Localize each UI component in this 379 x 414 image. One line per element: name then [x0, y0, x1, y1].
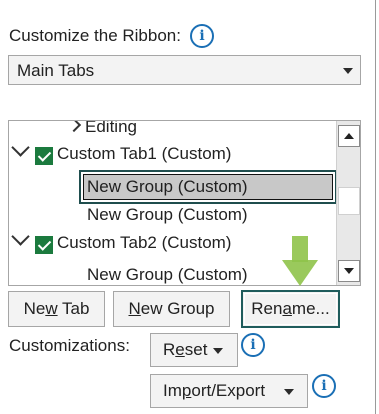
reset-button[interactable]: Reset: [150, 333, 238, 367]
scroll-up-button[interactable]: [338, 125, 360, 147]
btn-text: ort/Export: [191, 381, 266, 400]
tree-item-new-group[interactable]: New Group (Custom): [87, 265, 248, 285]
btn-accel: a: [282, 299, 292, 318]
tree-item-label: Editing: [85, 120, 137, 136]
btn-text: set: [184, 340, 208, 359]
info-icon[interactable]: i: [190, 24, 214, 48]
panel-divider: [375, 0, 376, 414]
btn-accel: w: [45, 299, 58, 318]
checkbox-checked-icon[interactable]: [35, 147, 53, 165]
info-icon[interactable]: i: [312, 374, 336, 398]
btn-text: Ne: [23, 299, 46, 318]
chevron-down-icon[interactable]: [11, 138, 30, 157]
checkbox-checked-icon[interactable]: [35, 236, 53, 254]
tree-scrollbar[interactable]: [336, 121, 360, 285]
arrow-up-icon: [344, 133, 354, 139]
customizations-label: Customizations:: [9, 336, 130, 355]
btn-accel: e: [175, 340, 185, 359]
chevron-down-icon[interactable]: [11, 227, 30, 246]
scroll-down-button[interactable]: [338, 260, 360, 282]
tree-item-editing[interactable]: Editing: [66, 120, 137, 137]
new-tab-button[interactable]: New Tab: [8, 291, 105, 327]
tree-item-label: New Group (Custom): [87, 205, 248, 224]
btn-accel: p: [181, 381, 192, 400]
chevron-down-icon: [284, 389, 294, 395]
btn-accel: N: [128, 299, 141, 318]
tree-item-label: Custom Tab1 (Custom): [57, 144, 232, 163]
btn-text: R: [163, 340, 176, 359]
tree-item-label: New Group (Custom): [87, 177, 248, 196]
btn-text: Im: [163, 381, 182, 400]
chevron-right-icon: [66, 121, 82, 133]
info-icon[interactable]: i: [241, 333, 265, 357]
rename-button[interactable]: Rename...: [241, 290, 340, 328]
customize-ribbon-label: Customize the Ribbon:: [9, 26, 181, 46]
btn-text: Tab: [57, 299, 90, 318]
arrow-down-icon: [344, 268, 354, 274]
import-export-button[interactable]: Import/Export: [150, 374, 308, 408]
info-icon-glyph: i: [250, 337, 256, 353]
scroll-thumb[interactable]: [338, 187, 360, 215]
ribbon-tabs-dropdown[interactable]: Main Tabs: [8, 55, 361, 85]
guidance-arrow-icon: [282, 236, 318, 286]
btn-text: me...: [291, 299, 330, 318]
info-icon-glyph: i: [321, 378, 327, 394]
tree-item-new-group-selected[interactable]: New Group (Custom): [83, 174, 333, 200]
new-group-button[interactable]: New Group: [113, 291, 230, 327]
chevron-down-icon: [213, 348, 223, 354]
chevron-down-icon: [343, 68, 353, 74]
info-icon-glyph: i: [199, 28, 205, 44]
btn-text: ew Group: [140, 299, 215, 318]
btn-text: Ren: [251, 299, 283, 318]
tree-item-label: Custom Tab2 (Custom): [57, 233, 232, 252]
dropdown-selected-value: Main Tabs: [17, 61, 95, 80]
tree-item-new-group[interactable]: New Group (Custom): [87, 205, 248, 225]
customize-ribbon-text: Customize the Ribbon:: [9, 26, 181, 45]
tree-item-custom-tab1[interactable]: Custom Tab1 (Custom): [9, 138, 329, 167]
tree-item-label: New Group (Custom): [87, 265, 248, 284]
